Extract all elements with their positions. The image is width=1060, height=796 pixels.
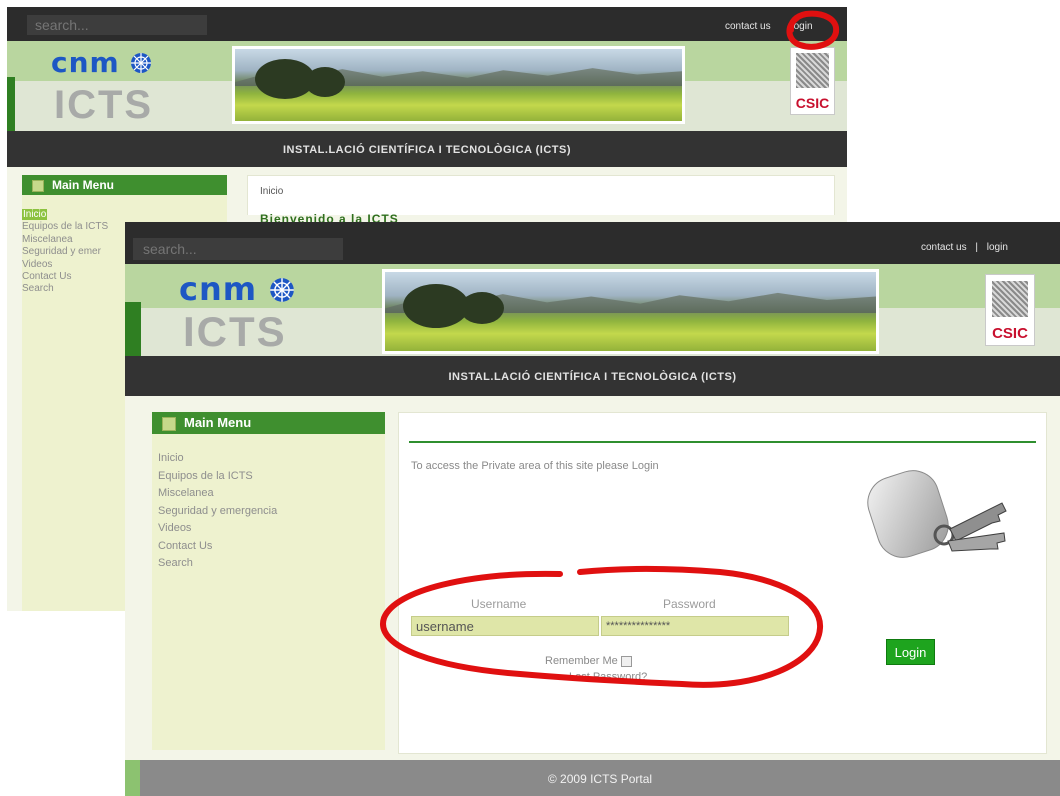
main-menu-title: Main Menu (184, 415, 252, 430)
login-panel: To access the Private area of this site … (398, 412, 1047, 754)
contact-us-link[interactable]: contact us (725, 21, 771, 32)
menu-square-icon (162, 416, 176, 431)
menu-item-contact[interactable]: Contact Us (22, 271, 108, 283)
menu-item-search[interactable]: Search (158, 555, 277, 573)
menu-item-equipos[interactable]: Equipos de la ICTS (22, 221, 108, 233)
cnm-logo: cnm (179, 270, 295, 308)
main-menu-title: Main Menu (52, 178, 114, 192)
header-accent (7, 77, 15, 131)
landscape-banner (382, 269, 879, 354)
globe-icon (270, 278, 295, 302)
top-links: contact us login (725, 21, 813, 32)
menu-list: Inicio Equipos de la ICTS Miscelanea Seg… (22, 209, 108, 296)
front-screenshot: contact us | login cnm ICTS CSIC (125, 222, 1060, 796)
menu-item-videos[interactable]: Videos (22, 259, 108, 271)
login-button[interactable]: Login (886, 639, 935, 665)
page-body: Main Menu Inicio Equipos de la ICTS Misc… (125, 396, 1060, 760)
contact-us-link[interactable]: contact us (921, 242, 967, 253)
main-menu: Main Menu Inicio Equipos de la ICTS Misc… (152, 412, 385, 750)
menu-item-equipos[interactable]: Equipos de la ICTS (158, 468, 277, 486)
menu-item-seguridad[interactable]: Seguridad y emer (22, 246, 108, 258)
site-title-bar: INSTAL.LACIÓ CIENTÍFICA I TECNOLÒGICA (I… (125, 356, 1060, 396)
csic-logo-text: CSIC (795, 95, 830, 112)
menu-item-inicio[interactable]: Inicio (158, 450, 277, 468)
password-input[interactable] (601, 616, 789, 636)
csic-logo-text: CSIC (992, 325, 1028, 343)
icts-logo-text: ICTS (183, 308, 287, 355)
link-separator: | (975, 242, 978, 253)
search-input[interactable] (27, 15, 207, 35)
top-bar: contact us login (7, 7, 847, 41)
menu-item-miscelanea[interactable]: Miscelanea (22, 234, 108, 246)
menu-item-search[interactable]: Search (22, 283, 108, 295)
main-menu-header: Main Menu (152, 412, 385, 434)
password-label: Password (663, 597, 716, 611)
icts-logo-text: ICTS (54, 83, 154, 127)
globe-icon (131, 53, 152, 73)
login-link[interactable]: login (791, 21, 812, 32)
csic-logo: CSIC (985, 274, 1035, 346)
menu-item-inicio[interactable]: Inicio (22, 209, 108, 221)
menu-item-miscelanea[interactable]: Miscelanea (158, 485, 277, 503)
green-divider (409, 441, 1036, 443)
landscape-banner (232, 46, 685, 124)
csic-logo: CSIC (790, 47, 835, 115)
username-input[interactable] (411, 616, 599, 636)
search-input[interactable] (133, 238, 343, 260)
site-header: cnm ICTS CSIC (7, 41, 847, 131)
page-footer: © 2009 ICTS Portal (140, 760, 1060, 796)
menu-list: Inicio Equipos de la ICTS Miscelanea Seg… (158, 450, 277, 573)
site-header: cnm ICTS CSIC (125, 264, 1060, 356)
login-intro-text: To access the Private area of this site … (411, 460, 659, 472)
breadcrumb[interactable]: Inicio (260, 186, 283, 197)
username-label: Username (471, 597, 527, 611)
cnm-logo: cnm (51, 46, 152, 79)
remember-me-label: Remember Me (545, 655, 618, 667)
menu-item-seguridad[interactable]: Seguridad y emergencia (158, 503, 277, 521)
top-bar: contact us | login (125, 222, 1060, 264)
cnm-logo-text: cnm (51, 46, 120, 79)
menu-square-icon (32, 179, 44, 192)
remember-me[interactable]: Remember Me (545, 655, 632, 667)
remember-me-checkbox[interactable] (620, 655, 632, 667)
keys-icon (867, 470, 1007, 558)
main-menu-header: Main Menu (22, 175, 227, 195)
main-content: Inicio Bienvenido a la ICTS (247, 175, 835, 229)
menu-item-contact[interactable]: Contact Us (158, 538, 277, 556)
header-accent (125, 302, 141, 356)
top-links: contact us | login (921, 242, 1008, 253)
cnm-logo-text: cnm (179, 270, 258, 308)
login-link[interactable]: login (987, 242, 1008, 253)
lost-password-link[interactable]: Lost Password? (569, 671, 647, 683)
site-title-bar: INSTAL.LACIÓ CIENTÍFICA I TECNOLÒGICA (I… (7, 131, 847, 167)
menu-item-videos[interactable]: Videos (158, 520, 277, 538)
